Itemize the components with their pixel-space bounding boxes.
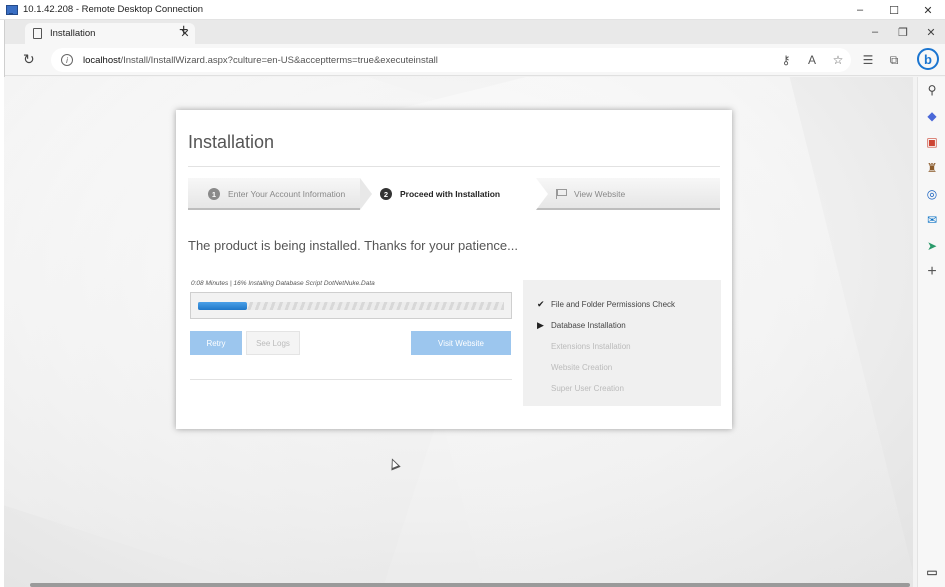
url-text[interactable]: localhost/Install/InstallWizard.aspx?cul… [83,55,438,66]
read-aloud-icon[interactable]: A [799,53,825,67]
sidebar-tools-icon[interactable]: ▣ [918,129,945,155]
title-divider [188,166,720,167]
page-content: Installation 1 Enter Your Account Inform… [4,77,913,587]
favorite-star-icon[interactable]: ☆ [825,53,851,67]
page-icon [33,28,42,39]
step-separator-arrow [360,178,372,210]
checklist-item: ✔ File and Folder Permissions Check [523,294,721,315]
checklist-item: ▶ Database Installation [523,315,721,336]
sidebar-office-icon[interactable]: ◎ [918,181,945,207]
address-bar[interactable]: i localhost/Install/InstallWizard.aspx?c… [51,48,851,72]
tab-strip: Installation ✕ + – ❐ ✕ [5,20,945,44]
progress-track [198,302,504,310]
current-step-arrow-icon: ▶ [537,320,544,330]
browser-minimize-button[interactable]: – [861,20,889,44]
step-proceed-installation: 2 Proceed with Installation [360,178,536,210]
mouse-cursor [387,456,401,471]
step-3-label: View Website [574,189,626,199]
sidebar-drop-icon[interactable]: ➤ [918,233,945,259]
retry-button[interactable]: Retry [190,331,242,355]
checklist-label: Database Installation [551,321,626,330]
url-path: /Install/InstallWizard.aspx?culture=en-U… [120,54,438,66]
progress-bar-fill [198,302,247,310]
url-host: localhost [83,54,121,66]
checklist-label: Super User Creation [551,384,624,393]
checklist-item: Extensions Installation [523,336,721,357]
rdp-close-button[interactable]: ✕ [911,0,945,20]
progress-container [190,292,512,319]
reload-icon[interactable]: ↻ [23,51,35,68]
tab-installation[interactable]: Installation ✕ [25,23,195,44]
step-separator-arrow [536,178,548,210]
step-account-info: 1 Enter Your Account Information [188,178,360,210]
browser-window-controls: – ❐ ✕ [861,20,945,44]
sidebar-search-icon[interactable]: ⚲ [918,77,945,103]
rdp-minimize-button[interactable]: – [843,0,877,20]
sidebar-games-icon[interactable]: ♜ [918,155,945,181]
rdp-window-controls: – ☐ ✕ [843,0,945,20]
sidebar-shopping-icon[interactable]: ◆ [918,103,945,129]
checklist-item: Website Creation [523,357,721,378]
edge-sidebar: ⚲ ◆ ▣ ♜ ◎ ✉ ➤ + ▭ [917,77,945,587]
new-tab-button[interactable]: + [179,22,188,40]
bing-chat-icon[interactable]: b [917,48,939,70]
step-1-number: 1 [208,188,220,200]
page-title: Installation [188,132,275,152]
install-wizard-card: Installation 1 Enter Your Account Inform… [176,110,732,429]
rdp-window-title: 10.1.42.208 - Remote Desktop Connection [23,4,204,15]
install-checklist: ✔ File and Folder Permissions Check ▶ Da… [523,280,721,406]
sidebar-outlook-icon[interactable]: ✉ [918,207,945,233]
browser-close-button[interactable]: ✕ [917,20,945,44]
visit-website-button[interactable]: Visit Website [411,331,511,355]
buttons-divider [190,379,512,380]
tab-title: Installation [50,28,96,39]
checklist-item: Super User Creation [523,378,721,399]
remote-desktop-icon [6,4,18,16]
browser-toolbar: ↻ i localhost/Install/InstallWizard.aspx… [5,44,945,76]
step-2-label: Proceed with Installation [400,189,501,199]
install-status-message: The product is being installed. Thanks f… [188,238,519,253]
favorites-icon[interactable]: ☰ [855,53,881,67]
horizontal-scrollbar[interactable] [30,583,910,587]
rdp-title-bar: 10.1.42.208 - Remote Desktop Connection … [0,0,945,20]
wizard-steps: 1 Enter Your Account Information 2 Proce… [188,178,720,210]
rdp-maximize-button[interactable]: ☐ [877,0,911,20]
collections-icon[interactable]: ⧉ [881,53,907,68]
step-2-number: 2 [380,188,392,200]
checklist-label: Website Creation [551,363,613,372]
progress-status-text: 0:08 Minutes | 16% Installing Database S… [191,280,375,287]
step-1-label: Enter Your Account Information [228,189,346,199]
key-icon[interactable]: ⚷ [773,53,799,67]
see-logs-button[interactable]: See Logs [246,331,300,355]
checkmark-icon: ✔ [537,299,545,309]
flag-icon [556,189,567,199]
sidebar-add-icon[interactable]: + [918,259,945,285]
checklist-label: File and Folder Permissions Check [551,300,676,309]
address-bar-icons: ⚷ A ☆ [773,48,851,72]
checklist-label: Extensions Installation [551,342,631,351]
toolbar-actions: ☰ ⧉ [855,48,907,72]
step-view-website: View Website [536,178,625,210]
browser-restore-button[interactable]: ❐ [889,20,917,44]
sidebar-hide-icon[interactable]: ▭ [918,559,945,585]
site-info-icon[interactable]: i [61,54,73,66]
